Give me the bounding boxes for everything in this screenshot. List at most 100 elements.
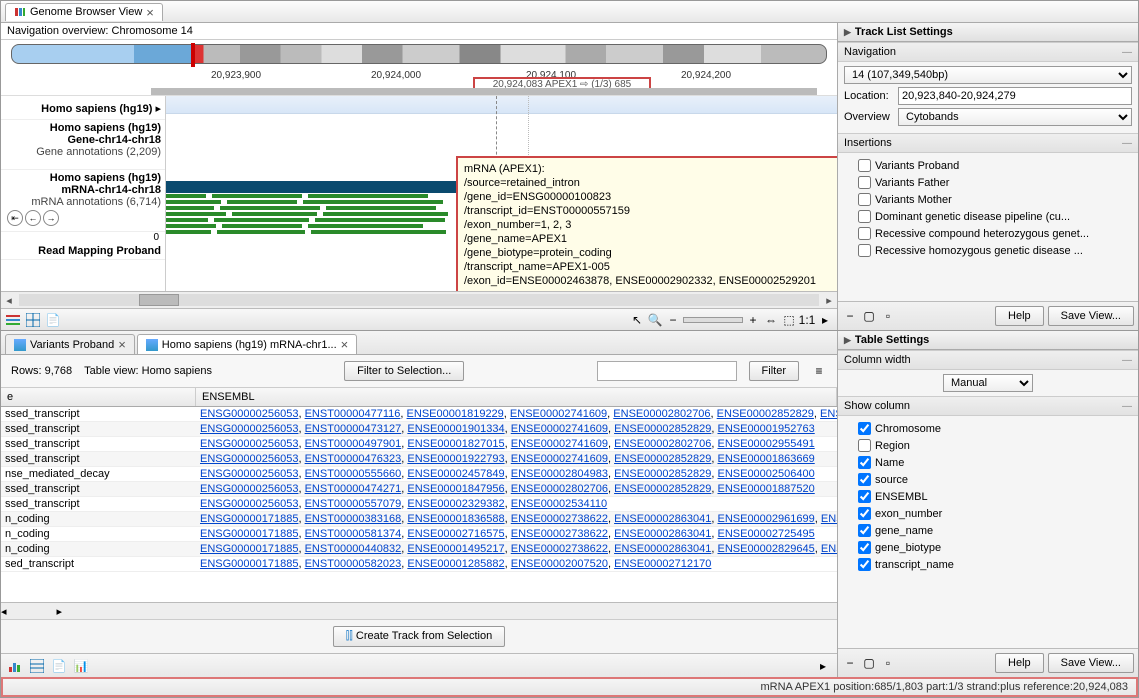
minus-icon[interactable]: − <box>842 308 858 324</box>
column-width-select[interactable]: Manual <box>943 374 1033 392</box>
table-row[interactable]: ssed_transcriptENSG00000256053, ENST0000… <box>1 482 837 497</box>
table-row[interactable]: nse_mediated_decayENSG00000256053, ENST0… <box>1 467 837 482</box>
one-to-one-icon[interactable]: 1:1 <box>799 312 815 328</box>
ensembl-link[interactable]: ENSE00001836588 <box>407 513 504 525</box>
ensembl-link[interactable]: ENSE00002852829 <box>614 453 711 465</box>
ensembl-link[interactable]: ENSE00002955491 <box>717 438 814 450</box>
ensembl-link[interactable]: ENSE <box>821 513 837 525</box>
filter-input[interactable] <box>597 361 737 381</box>
ensembl-link[interactable]: ENSG00000171885 <box>200 528 298 540</box>
ensembl-link[interactable]: ENSE00002712170 <box>614 558 711 570</box>
ensembl-link[interactable]: ENSG00000256053 <box>200 453 298 465</box>
zoom-slider[interactable] <box>683 317 743 323</box>
toggle-panel-icon[interactable]: ▸ <box>815 658 831 674</box>
filter-to-selection-button[interactable]: Filter to Selection... <box>344 361 464 381</box>
ensembl-link[interactable]: ENSE00002329382 <box>407 498 504 510</box>
table-row[interactable]: ssed_transcriptENSG00000256053, ENST0000… <box>1 437 837 452</box>
ensembl-link[interactable]: ENSE00002852829 <box>717 408 814 420</box>
ensembl-link[interactable]: ENSE00002506400 <box>717 468 814 480</box>
minus-icon[interactable]: − <box>665 312 681 328</box>
chromosome-select[interactable]: 14 (107,349,540bp) <box>844 66 1132 84</box>
ensembl-link[interactable]: ENSE <box>820 408 837 420</box>
ensembl-link[interactable]: ENSE00001901334 <box>407 423 504 435</box>
horizontal-scrollbar[interactable]: ◂ ▸ <box>1 602 837 619</box>
table-row[interactable]: n_codingENSG00000171885, ENST00000383168… <box>1 512 837 527</box>
column-header[interactable]: ENSEMBL <box>196 388 837 406</box>
table-view-icon[interactable] <box>25 312 41 328</box>
ensembl-link[interactable]: ENSE <box>821 543 837 555</box>
export-icon[interactable]: 📊 <box>73 658 89 674</box>
save-preset-icon[interactable]: ▫ <box>880 655 896 671</box>
help-button[interactable]: Help <box>995 653 1044 673</box>
ensembl-link[interactable]: ENSE00001819229 <box>407 408 504 420</box>
track-view-icon[interactable] <box>5 312 21 328</box>
ensembl-link[interactable]: ENSE00002802706 <box>613 408 710 420</box>
table-row[interactable]: ssed_transcriptENSG00000256053, ENST0000… <box>1 422 837 437</box>
nav-prev-icon[interactable]: ← <box>25 210 41 226</box>
ensembl-link[interactable]: ENST00000581374 <box>305 528 402 540</box>
track-label[interactable]: Homo sapiens (hg19) Gene-chr14-chr18 Gen… <box>1 120 165 170</box>
ensembl-link[interactable]: ENSE00002852829 <box>614 468 711 480</box>
ensembl-link[interactable]: ENSE00002863041 <box>614 528 711 540</box>
column-checkbox[interactable] <box>858 507 871 520</box>
horizontal-scrollbar[interactable]: ◂ ▸ <box>1 291 837 308</box>
insertion-checkbox[interactable] <box>858 244 871 257</box>
scroll-left-icon[interactable]: ◂ <box>1 605 7 618</box>
create-track-button[interactable]: ⫿⫿ Create Track from Selection <box>333 626 505 647</box>
insertion-checkbox[interactable] <box>858 159 871 172</box>
ensembl-link[interactable]: ENSG00000171885 <box>200 558 298 570</box>
ensembl-link[interactable]: ENSE00002802706 <box>511 483 608 495</box>
report-icon[interactable]: 📄 <box>51 658 67 674</box>
minus-icon[interactable]: − <box>842 655 858 671</box>
close-icon[interactable]: × <box>341 338 349 351</box>
table-row[interactable]: ssed_transcriptENSG00000256053, ENST0000… <box>1 497 837 512</box>
ensembl-link[interactable]: ENST00000555660 <box>305 468 402 480</box>
report-icon[interactable]: 📄 <box>45 312 61 328</box>
ensembl-link[interactable]: ENSE00002802706 <box>614 438 711 450</box>
column-header[interactable]: e <box>1 388 196 406</box>
insertion-checkbox[interactable] <box>858 210 871 223</box>
ensembl-link[interactable]: ENSE00002741609 <box>511 423 608 435</box>
ensembl-link[interactable]: ENST00000477116 <box>305 408 401 420</box>
ensembl-link[interactable]: ENSE00002961699 <box>717 513 814 525</box>
ensembl-link[interactable]: ENSE00001922793 <box>407 453 504 465</box>
ensembl-link[interactable]: ENST00000473127 <box>305 423 402 435</box>
track-visualization[interactable]: mRNA (APEX1): /source=retained_intron /g… <box>166 96 837 291</box>
ensembl-link[interactable]: ENSG00000256053 <box>200 408 298 420</box>
ensembl-link[interactable]: ENSE00002534110 <box>511 498 607 510</box>
genome-ruler[interactable]: 20,923,900 20,924,000 20,924,100 20,924,… <box>1 68 837 96</box>
ensembl-link[interactable]: ENSE00001827015 <box>407 438 504 450</box>
pointer-icon[interactable]: ↖ <box>629 312 645 328</box>
tab-mrna[interactable]: Homo sapiens (hg19) mRNA-chr1... × <box>137 334 357 354</box>
table-row[interactable]: sed_transcriptENSG00000171885, ENST00000… <box>1 557 837 572</box>
insertion-checkbox[interactable] <box>858 227 871 240</box>
filter-menu-icon[interactable]: ≡ <box>811 363 827 379</box>
plus-icon[interactable]: + <box>745 312 761 328</box>
ensembl-link[interactable]: ENSE00002741609 <box>511 453 608 465</box>
column-width-section[interactable]: Column width— <box>838 350 1138 370</box>
main-tab-genome-browser[interactable]: Genome Browser View × <box>5 3 163 21</box>
ensembl-link[interactable]: ENSE00002716575 <box>407 528 504 540</box>
folder-icon[interactable]: ▢ <box>861 655 877 671</box>
scroll-left-icon[interactable]: ◂ <box>1 294 17 307</box>
ensembl-link[interactable]: ENSE00002725495 <box>717 528 814 540</box>
column-checkbox[interactable] <box>858 456 871 469</box>
insertions-section-header[interactable]: Insertions— <box>838 133 1138 153</box>
tab-variants-proband[interactable]: Variants Proband × <box>5 334 135 354</box>
ensembl-link[interactable]: ENSE00002738622 <box>511 528 608 540</box>
insertion-checkbox[interactable] <box>858 193 871 206</box>
ensembl-link[interactable]: ENSE00002738622 <box>511 513 608 525</box>
filter-button[interactable]: Filter <box>749 361 799 381</box>
table-row[interactable]: ssed_transcriptENSG00000256053, ENST0000… <box>1 452 837 467</box>
help-button[interactable]: Help <box>995 306 1044 326</box>
close-icon[interactable]: × <box>146 6 154 19</box>
close-icon[interactable]: × <box>118 338 126 351</box>
ensembl-link[interactable]: ENSE00002741609 <box>511 438 608 450</box>
fit-selection-icon[interactable]: ⬚ <box>781 312 797 328</box>
column-checkbox[interactable] <box>858 490 871 503</box>
overview-select[interactable]: Cytobands <box>898 108 1132 126</box>
save-preset-icon[interactable]: ▫ <box>880 308 896 324</box>
column-checkbox[interactable] <box>858 558 871 571</box>
ensembl-link[interactable]: ENST00000440832 <box>305 543 402 555</box>
ensembl-link[interactable]: ENSG00000171885 <box>200 513 298 525</box>
